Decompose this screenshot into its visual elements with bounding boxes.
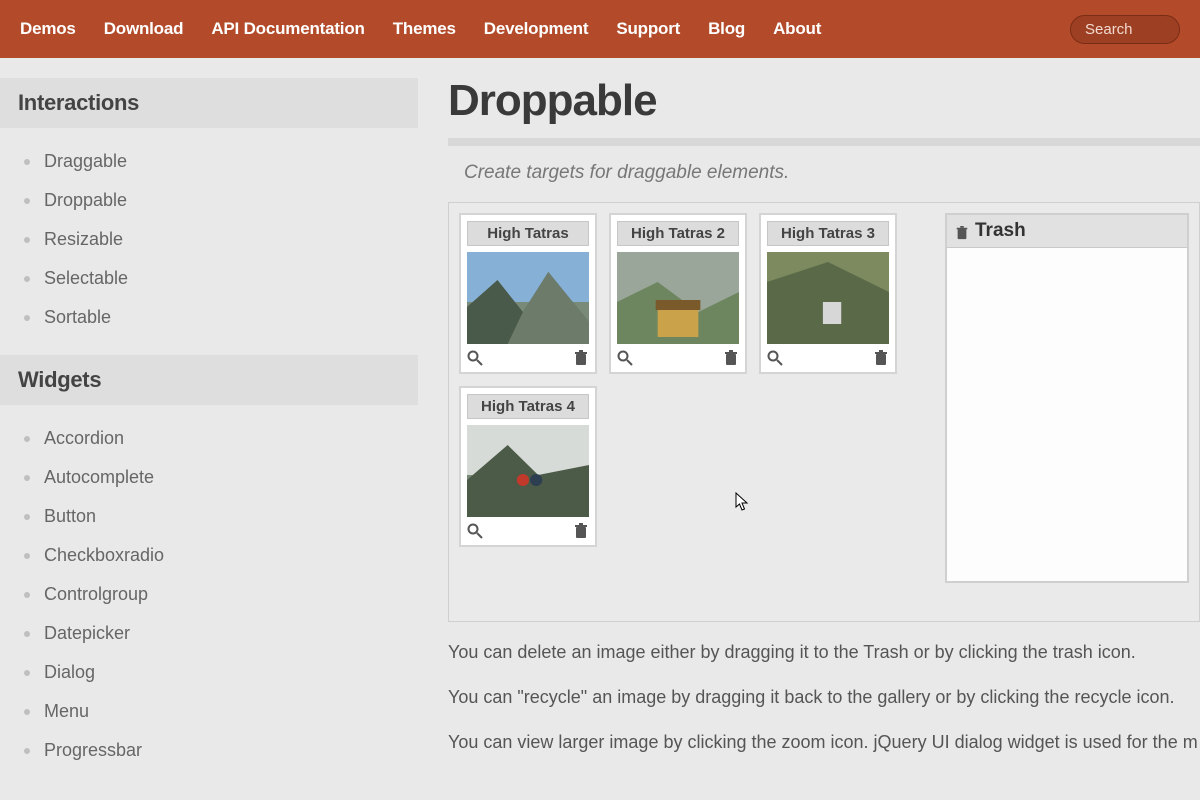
sidebar-item-controlgroup[interactable]: Controlgroup	[24, 575, 418, 614]
sidebar-item-autocomplete[interactable]: Autocomplete	[24, 458, 418, 497]
nav-links: Demos Download API Documentation Themes …	[20, 19, 1070, 39]
sidebar-item-label: Accordion	[44, 428, 124, 449]
nav-support[interactable]: Support	[616, 19, 680, 39]
nav-demos[interactable]: Demos	[20, 19, 76, 39]
sidebar-item-label: Datepicker	[44, 623, 130, 644]
description-paragraph: You can delete an image either by draggi…	[448, 640, 1200, 665]
page-tagline: Create targets for draggable elements.	[464, 162, 1200, 184]
sidebar-item-label: Dialog	[44, 662, 95, 683]
zoom-icon[interactable]	[467, 523, 483, 539]
sidebar-item-label: Sortable	[44, 307, 111, 328]
bullet-icon	[24, 709, 30, 715]
bullet-icon	[24, 553, 30, 559]
nav-themes[interactable]: Themes	[393, 19, 456, 39]
card-thumbnail	[617, 252, 739, 344]
nav-development[interactable]: Development	[484, 19, 589, 39]
sidebar-item-draggable[interactable]: Draggable	[24, 142, 418, 181]
trash-icon[interactable]	[723, 350, 739, 366]
nav-about[interactable]: About	[773, 19, 821, 39]
main-content: Droppable Create targets for draggable e…	[418, 58, 1200, 800]
sidebar-item-label: Menu	[44, 701, 89, 722]
bullet-icon	[24, 198, 30, 204]
top-nav: Demos Download API Documentation Themes …	[0, 0, 1200, 58]
card-actions	[767, 344, 889, 366]
sidebar-item-checkboxradio[interactable]: Checkboxradio	[24, 536, 418, 575]
sidebar-item-selectable[interactable]: Selectable	[24, 259, 418, 298]
sidebar-item-label: Draggable	[44, 151, 127, 172]
bullet-icon	[24, 592, 30, 598]
bullet-icon	[24, 276, 30, 282]
card-thumbnail	[467, 252, 589, 344]
card-actions	[467, 344, 589, 366]
divider	[448, 138, 1200, 146]
sidebar-item-label: Selectable	[44, 268, 128, 289]
sidebar-item-sortable[interactable]: Sortable	[24, 298, 418, 337]
card-actions	[617, 344, 739, 366]
gallery-card[interactable]: High Tatras	[459, 213, 597, 374]
trash-icon[interactable]	[573, 523, 589, 539]
sidebar-item-label: Button	[44, 506, 96, 527]
gallery-card[interactable]: High Tatras 4	[459, 386, 597, 547]
card-actions	[467, 517, 589, 539]
gallery-card[interactable]: High Tatras 3	[759, 213, 897, 374]
bullet-icon	[24, 315, 30, 321]
sidebar: Interactions Draggable Droppable Resizab…	[0, 58, 418, 800]
trash-icon	[955, 224, 969, 238]
sidebar-item-progressbar[interactable]: Progressbar	[24, 731, 418, 770]
sidebar-item-dialog[interactable]: Dialog	[24, 653, 418, 692]
bullet-icon	[24, 475, 30, 481]
zoom-icon[interactable]	[617, 350, 633, 366]
trash-icon[interactable]	[873, 350, 889, 366]
sidebar-item-button[interactable]: Button	[24, 497, 418, 536]
bullet-icon	[24, 748, 30, 754]
sidebar-section-interactions: Interactions	[0, 78, 418, 128]
nav-blog[interactable]: Blog	[708, 19, 745, 39]
zoom-icon[interactable]	[467, 350, 483, 366]
sidebar-item-resizable[interactable]: Resizable	[24, 220, 418, 259]
description: You can delete an image either by draggi…	[448, 640, 1200, 756]
sidebar-list-widgets: Accordion Autocomplete Button Checkboxra…	[0, 419, 418, 788]
gallery-card[interactable]: High Tatras 2	[609, 213, 747, 374]
sidebar-item-label: Progressbar	[44, 740, 142, 761]
sidebar-list-interactions: Draggable Droppable Resizable Selectable…	[0, 142, 418, 355]
description-paragraph: You can "recycle" an image by dragging i…	[448, 685, 1200, 710]
sidebar-item-label: Droppable	[44, 190, 127, 211]
sidebar-item-accordion[interactable]: Accordion	[24, 419, 418, 458]
sidebar-item-menu[interactable]: Menu	[24, 692, 418, 731]
search-input[interactable]	[1070, 15, 1180, 44]
sidebar-item-label: Checkboxradio	[44, 545, 164, 566]
page-title: Droppable	[448, 76, 1200, 126]
bullet-icon	[24, 237, 30, 243]
sidebar-item-datepicker[interactable]: Datepicker	[24, 614, 418, 653]
card-thumbnail	[767, 252, 889, 344]
sidebar-item-label: Autocomplete	[44, 467, 154, 488]
card-title: High Tatras 4	[467, 394, 589, 419]
trash-drop-target[interactable]: Trash	[945, 213, 1189, 583]
trash-label: Trash	[975, 220, 1026, 242]
demo-area: High Tatras High Tatras 2	[448, 202, 1200, 622]
bullet-icon	[24, 514, 30, 520]
card-thumbnail	[467, 425, 589, 517]
bullet-icon	[24, 670, 30, 676]
card-title: High Tatras	[467, 221, 589, 246]
bullet-icon	[24, 631, 30, 637]
trash-icon[interactable]	[573, 350, 589, 366]
gallery[interactable]: High Tatras High Tatras 2	[459, 213, 905, 611]
bullet-icon	[24, 436, 30, 442]
description-paragraph: You can view larger image by clicking th…	[448, 730, 1200, 755]
sidebar-item-label: Resizable	[44, 229, 123, 250]
nav-api-documentation[interactable]: API Documentation	[211, 19, 364, 39]
nav-download[interactable]: Download	[104, 19, 184, 39]
bullet-icon	[24, 159, 30, 165]
trash-header: Trash	[947, 215, 1187, 248]
card-title: High Tatras 2	[617, 221, 739, 246]
sidebar-section-widgets: Widgets	[0, 355, 418, 405]
sidebar-item-label: Controlgroup	[44, 584, 148, 605]
card-title: High Tatras 3	[767, 221, 889, 246]
zoom-icon[interactable]	[767, 350, 783, 366]
sidebar-item-droppable[interactable]: Droppable	[24, 181, 418, 220]
